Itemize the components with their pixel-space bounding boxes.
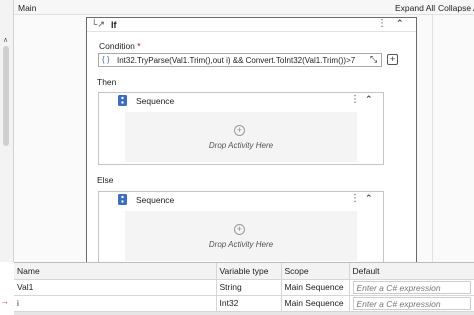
left-scrollbar-thumb[interactable]: [3, 46, 9, 146]
canvas-divider: [432, 15, 433, 262]
variable-scope[interactable]: Main Sequence: [281, 295, 350, 312]
breadcrumb[interactable]: Main: [18, 3, 36, 13]
left-panel: ∧: [0, 0, 14, 262]
arrow-right-icon: →: [0, 296, 9, 306]
braces-icon: { }: [102, 55, 110, 64]
designer-canvas: └↗ If ⋮ ⌃ Condition * { } Int32.TryParse…: [14, 15, 474, 264]
required-marker: *: [137, 41, 141, 51]
condition-label: Condition *: [99, 41, 141, 51]
sequence-icon: [118, 194, 127, 205]
then-sequence[interactable]: Sequence ⋮ ⌃ + Drop Activity Here: [98, 92, 384, 165]
kebab-menu-icon[interactable]: ⋮: [350, 193, 360, 204]
kebab-menu-icon[interactable]: ⋮: [350, 94, 360, 105]
variables-table: Name Variable type Scope Default Val1 St…: [14, 263, 474, 312]
drop-activity-text: Drop Activity Here: [208, 240, 274, 249]
column-header-type[interactable]: Variable type: [216, 263, 282, 280]
table-header-row: Name Variable type Scope Default: [14, 263, 474, 280]
sequence-header[interactable]: Sequence ⋮ ⌃: [99, 192, 383, 207]
expand-editor-icon[interactable]: ⤡: [370, 54, 377, 65]
sequence-title: Sequence: [136, 195, 175, 205]
variable-type[interactable]: Int32: [216, 295, 282, 312]
default-expression-input[interactable]: Enter a C# expression: [352, 296, 471, 310]
sequence-icon: [118, 95, 127, 106]
variable-default[interactable]: Enter a C# expression: [349, 279, 474, 296]
expand-all-link[interactable]: Expand All: [395, 3, 435, 13]
drop-activity-text: Drop Activity Here: [208, 141, 274, 150]
variables-panel: Name Variable type Scope Default Val1 St…: [14, 262, 474, 315]
if-activity[interactable]: └↗ If ⋮ ⌃ Condition * { } Int32.TryParse…: [86, 17, 417, 264]
variable-name[interactable]: i: [14, 295, 217, 312]
kebab-menu-icon[interactable]: ⋮: [377, 18, 387, 29]
sequence-header[interactable]: Sequence ⋮ ⌃: [99, 93, 383, 108]
designer-topbar: Main Expand All Collapse All: [14, 0, 474, 15]
collapse-chevrons-icon[interactable]: ⌃: [365, 193, 373, 204]
condition-input[interactable]: { } Int32.TryParse(Val1.Trim(),out i) &&…: [98, 53, 382, 67]
drop-zone[interactable]: + Drop Activity Here: [125, 112, 357, 162]
condition-expression[interactable]: Int32.TryParse(Val1.Trim(),out i) && Con…: [117, 56, 367, 65]
collapse-chevrons-icon[interactable]: ⌃: [365, 94, 373, 105]
sequence-title: Sequence: [136, 96, 175, 106]
else-label: Else: [97, 175, 114, 185]
variable-scope[interactable]: Main Sequence: [281, 279, 350, 296]
variable-default[interactable]: Enter a C# expression: [349, 295, 474, 312]
collapse-chevrons-icon[interactable]: ⌃: [396, 18, 404, 29]
if-activity-title: If: [111, 20, 117, 30]
collapse-all-link[interactable]: Collapse All: [438, 3, 474, 13]
chevron-up-icon[interactable]: ∧: [3, 36, 8, 44]
default-expression-input[interactable]: Enter a C# expression: [352, 280, 471, 294]
column-header-scope[interactable]: Scope: [281, 263, 350, 280]
table-row[interactable]: Val1 String Main Sequence Enter a C# exp…: [14, 279, 474, 296]
then-label: Then: [97, 77, 117, 87]
if-activity-header[interactable]: └↗ If ⋮ ⌃: [87, 18, 416, 32]
plus-icon: +: [234, 125, 245, 136]
drop-zone[interactable]: + Drop Activity Here: [125, 211, 357, 261]
plus-icon[interactable]: +: [387, 54, 398, 65]
else-sequence[interactable]: Sequence ⋮ ⌃ + Drop Activity Here: [98, 191, 384, 264]
variable-name[interactable]: Val1: [14, 279, 217, 296]
if-activity-icon: └↗: [91, 19, 105, 29]
column-header-default[interactable]: Default: [349, 263, 474, 280]
variable-type[interactable]: String: [216, 279, 282, 296]
table-row[interactable]: i Int32 Main Sequence Enter a C# express…: [14, 295, 474, 312]
plus-icon: +: [234, 224, 245, 235]
column-header-name[interactable]: Name: [14, 263, 217, 280]
